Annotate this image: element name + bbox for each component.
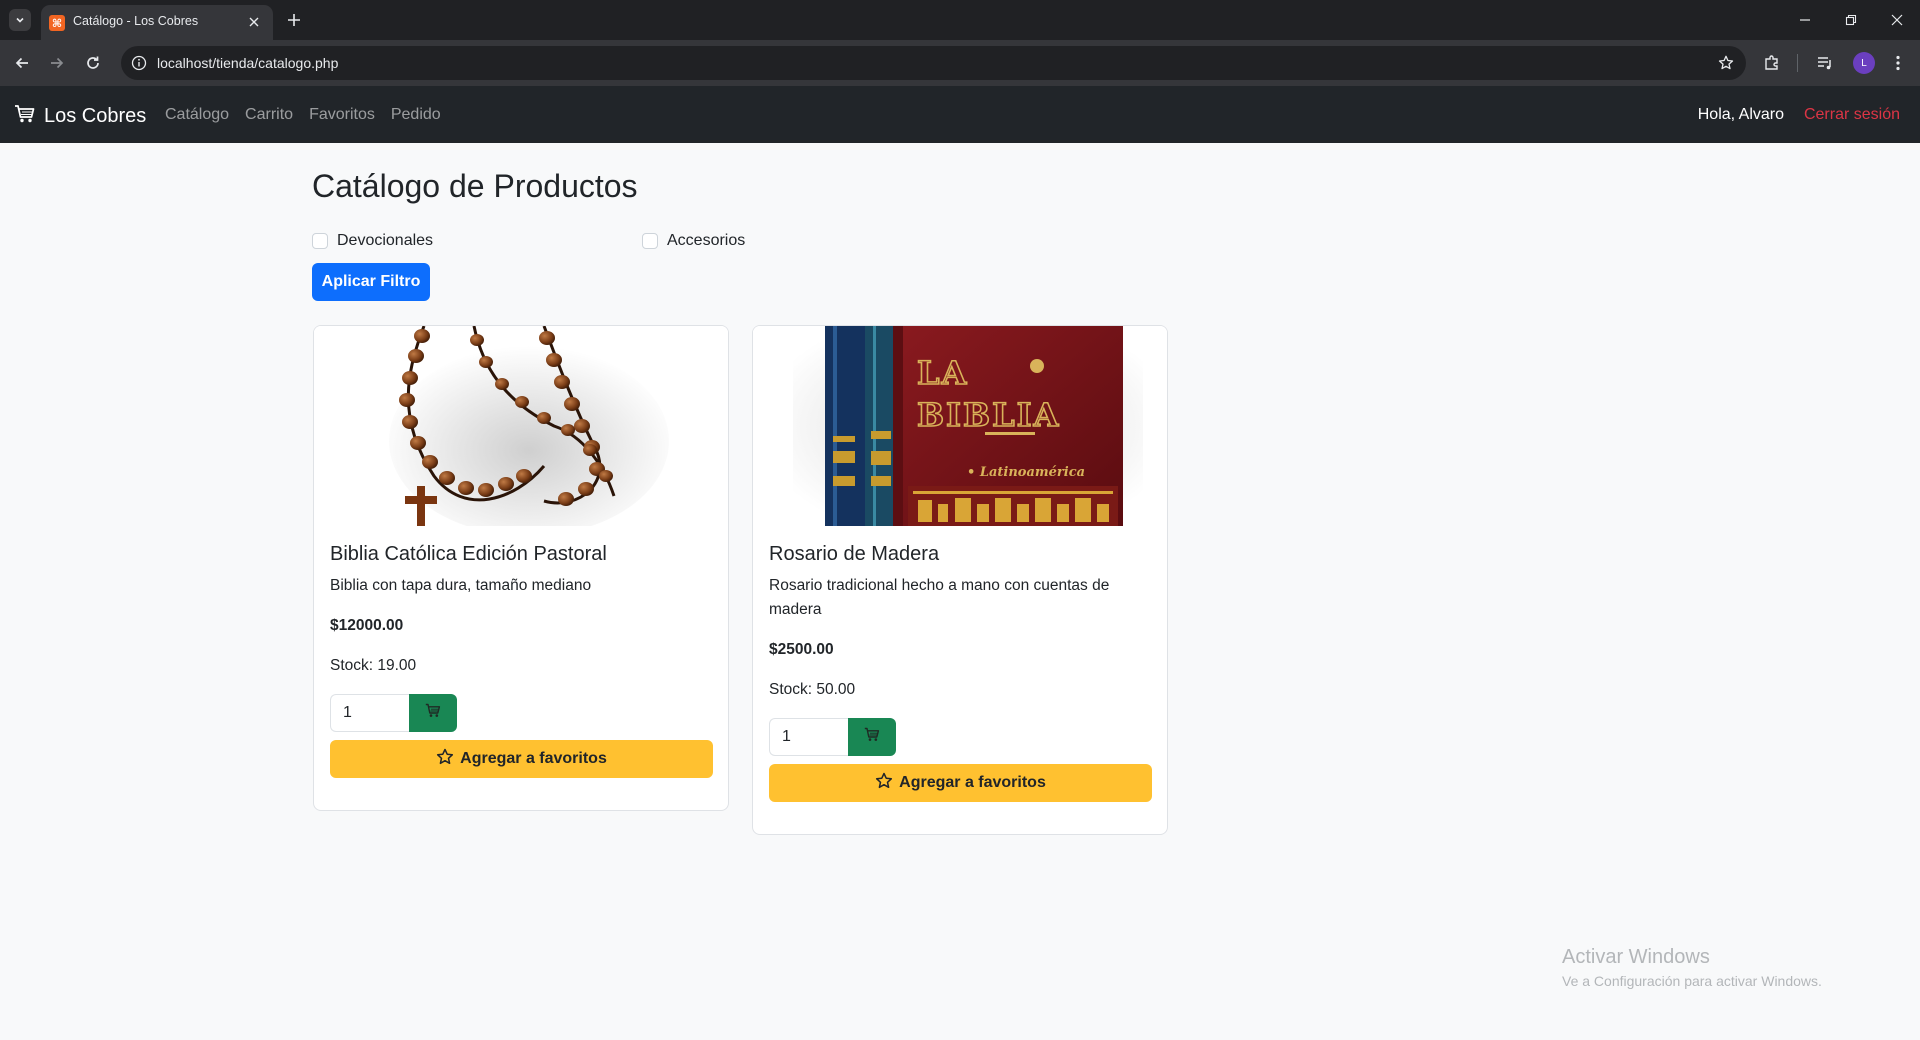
windows-activation-subtitle: Ve a Configuración para activar Windows. <box>1562 973 1822 989</box>
add-to-favorites-button[interactable]: Agregar a favoritos <box>769 764 1152 802</box>
logout-link[interactable]: Cerrar sesión <box>1804 106 1900 124</box>
rosary-beads-image <box>314 326 728 526</box>
filter-checkbox-devocionales[interactable] <box>312 233 328 249</box>
filter-checkbox-accesorios[interactable] <box>642 233 658 249</box>
cart-icon <box>864 727 880 747</box>
forward-arrow-icon[interactable] <box>45 51 69 75</box>
nav-links: Catálogo Carrito Favoritos Pedido <box>165 106 457 124</box>
url-text: localhost/tienda/catalogo.php <box>157 55 339 71</box>
back-arrow-icon[interactable] <box>10 51 34 75</box>
apply-filter-button[interactable]: Aplicar Filtro <box>312 263 430 301</box>
product-card: LA BIBLIA • Latinoamérica Rosario de Mad… <box>752 325 1168 835</box>
add-to-cart-button[interactable] <box>848 718 896 756</box>
tab-search-chevron-icon[interactable] <box>9 9 31 31</box>
browser-toolbar: localhost/tienda/catalogo.php L <box>0 40 1920 86</box>
bible-books-image: LA BIBLIA • Latinoamérica <box>753 326 1167 526</box>
add-to-cart-button[interactable] <box>409 694 457 732</box>
reload-icon[interactable] <box>81 51 105 75</box>
bookmark-star-icon[interactable] <box>1716 53 1736 73</box>
product-name: Rosario de Madera <box>769 543 940 565</box>
filter-devocionales[interactable]: Devocionales <box>312 232 433 250</box>
add-to-favorites-button[interactable]: Agregar a favoritos <box>330 740 713 778</box>
tab-title: Catálogo - Los Cobres <box>73 14 199 28</box>
product-stock: Stock: 50.00 <box>769 681 856 698</box>
product-price: $2500.00 <box>769 641 834 658</box>
filter-label-accesorios: Accesorios <box>667 232 746 249</box>
windows-activation-title: Activar Windows <box>1562 946 1710 968</box>
nav-link-carrito[interactable]: Carrito <box>245 106 293 124</box>
user-greeting: Hola, Alvaro <box>1697 106 1784 123</box>
window-minimize-icon[interactable] <box>1782 0 1828 40</box>
filter-accesorios[interactable]: Accesorios <box>642 232 745 250</box>
quantity-input[interactable] <box>330 694 409 732</box>
window-close-icon[interactable] <box>1874 0 1920 40</box>
brand-link[interactable]: Los Cobres <box>14 104 146 129</box>
browser-tabstrip: ⌘ Catálogo - Los Cobres <box>0 0 1920 40</box>
toolbar-separator <box>1797 54 1798 72</box>
page-title: Catálogo de Productos <box>312 168 638 204</box>
product-stock: Stock: 19.00 <box>330 657 417 674</box>
browser-tab-active[interactable]: ⌘ Catálogo - Los Cobres <box>41 5 273 40</box>
product-card: Biblia Católica Edición Pastoral Biblia … <box>313 325 729 811</box>
svg-text:LA: LA <box>917 354 968 392</box>
favorite-label: Agregar a favoritos <box>460 750 607 767</box>
product-price: $12000.00 <box>330 617 404 634</box>
product-description: Biblia con tapa dura, tamaño mediano <box>330 577 592 594</box>
add-to-cart-group <box>330 694 457 732</box>
favicon-icon: ⌘ <box>49 15 65 31</box>
browser-menu-kebab-icon[interactable] <box>1886 51 1910 75</box>
extensions-puzzle-icon[interactable] <box>1760 51 1784 75</box>
star-outline-icon <box>436 748 460 771</box>
media-queue-icon[interactable] <box>1813 51 1837 75</box>
product-description: Rosario tradicional hecho a mano con cue… <box>769 577 1110 618</box>
site-info-icon[interactable] <box>130 54 148 72</box>
address-bar[interactable]: localhost/tienda/catalogo.php <box>121 46 1746 80</box>
tab-close-icon[interactable] <box>244 12 264 32</box>
shopping-cart-icon <box>14 104 36 129</box>
site-navbar: Los Cobres Catálogo Carrito Favoritos Pe… <box>0 86 1920 143</box>
add-to-cart-group <box>769 718 896 756</box>
new-tab-plus-icon[interactable] <box>282 8 306 32</box>
filter-label-devocionales: Devocionales <box>337 232 434 249</box>
svg-text:BIBLIA: BIBLIA <box>917 396 1060 434</box>
product-name: Biblia Católica Edición Pastoral <box>330 543 607 565</box>
nav-link-pedido[interactable]: Pedido <box>391 106 441 124</box>
cart-icon <box>425 703 441 723</box>
brand-name: Los Cobres <box>44 105 147 127</box>
svg-text:• Latinoamérica: • Latinoamérica <box>967 465 1085 480</box>
favorite-label: Agregar a favoritos <box>899 774 1046 791</box>
nav-link-catalogo[interactable]: Catálogo <box>165 106 229 124</box>
nav-link-favoritos[interactable]: Favoritos <box>309 106 375 124</box>
window-restore-icon[interactable] <box>1828 0 1874 40</box>
quantity-input[interactable] <box>769 718 848 756</box>
star-outline-icon <box>875 772 899 795</box>
profile-avatar[interactable]: L <box>1853 52 1875 74</box>
